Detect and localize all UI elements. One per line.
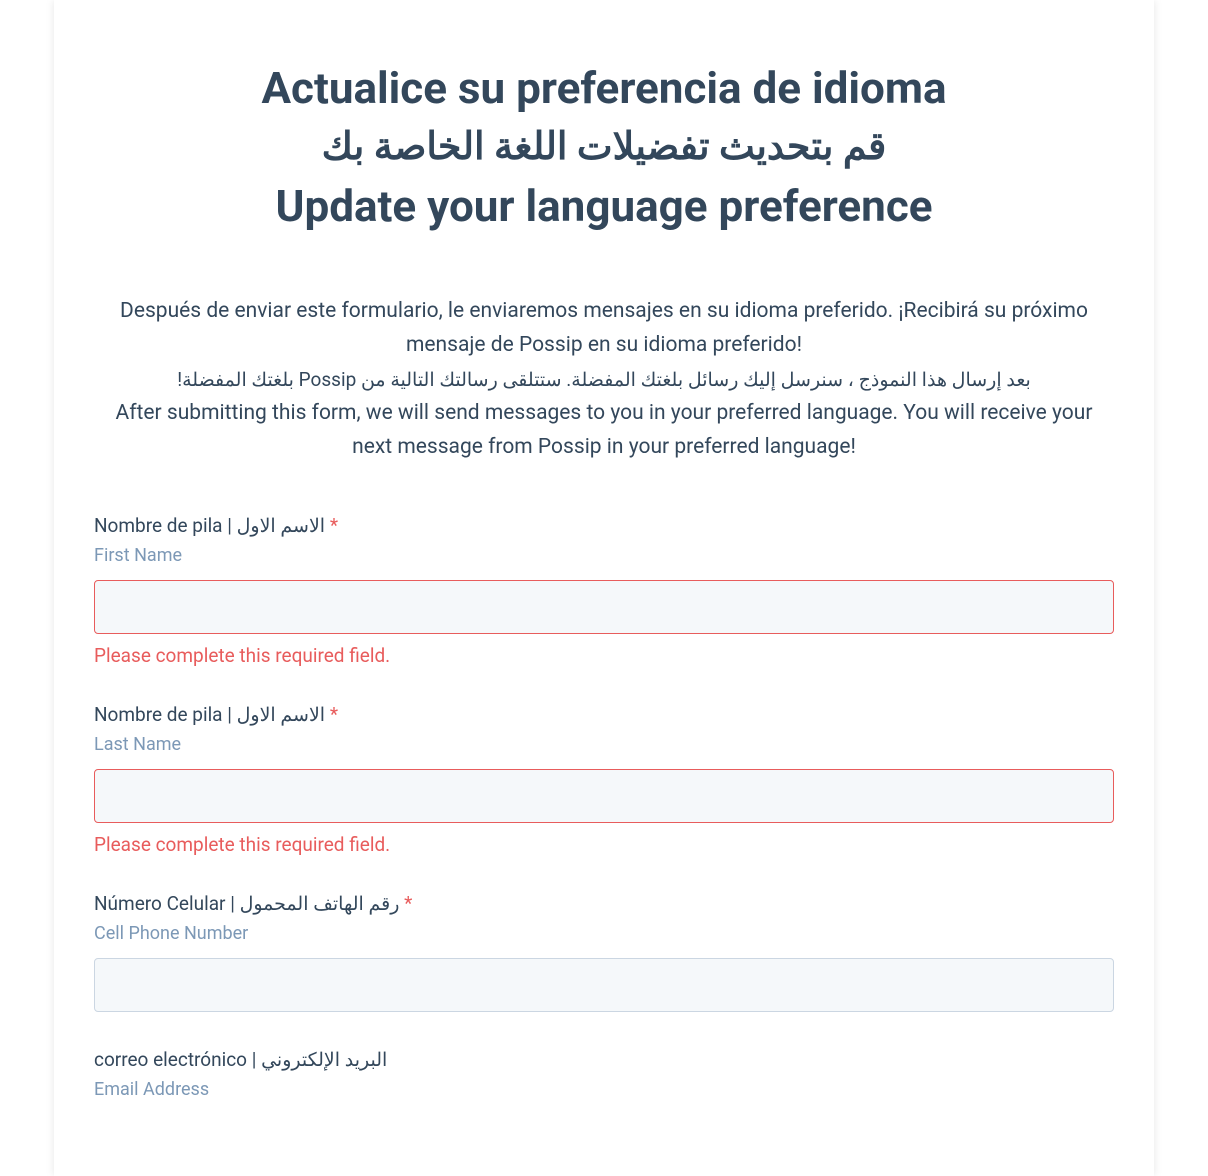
description-spanish: Después de enviar este formulario, le en… [94, 295, 1114, 362]
form-page: Actualice su preferencia de idioma قم بت… [54, 0, 1154, 1176]
header-section: Actualice su preferencia de idioma قم بت… [94, 60, 1114, 235]
cell-phone-label: Número Celular | رقم الهاتف المحمول * [94, 892, 1114, 915]
required-asterisk: * [330, 703, 338, 726]
description-section: Después de enviar este formulario, le en… [94, 295, 1114, 464]
required-asterisk: * [330, 514, 338, 537]
last-name-label-text: Nombre de pila | الاسم الاول [94, 703, 325, 726]
title-arabic: قم بتحديث تفضيلات اللغة الخاصة بك [94, 119, 1114, 176]
email-label: correo electrónico | البريد الإلكتروني [94, 1048, 1114, 1071]
email-sublabel: Email Address [94, 1079, 1114, 1100]
title-english: Update your language preference [94, 178, 1114, 235]
last-name-label: Nombre de pila | الاسم الاول * [94, 703, 1114, 726]
first-name-input[interactable] [94, 580, 1114, 634]
cell-phone-field-group: Número Celular | رقم الهاتف المحمول * Ce… [94, 892, 1114, 1012]
first-name-label-text: Nombre de pila | الاسم الاول [94, 514, 325, 537]
last-name-input[interactable] [94, 769, 1114, 823]
last-name-error: Please complete this required field. [94, 833, 1114, 856]
email-label-text: correo electrónico | البريد الإلكتروني [94, 1048, 387, 1071]
first-name-field-group: Nombre de pila | الاسم الاول * First Nam… [94, 514, 1114, 667]
cell-phone-sublabel: Cell Phone Number [94, 923, 1114, 944]
required-asterisk: * [404, 892, 412, 915]
last-name-sublabel: Last Name [94, 734, 1114, 755]
first-name-sublabel: First Name [94, 545, 1114, 566]
cell-phone-input[interactable] [94, 958, 1114, 1012]
cell-phone-label-text: Número Celular | رقم الهاتف المحمول [94, 892, 399, 915]
email-field-group: correo electrónico | البريد الإلكتروني E… [94, 1048, 1114, 1100]
description-english: After submitting this form, we will send… [94, 397, 1114, 464]
description-arabic: بعد إرسال هذا النموذج ، سنرسل إليك رسائل… [94, 365, 1114, 395]
first-name-label: Nombre de pila | الاسم الاول * [94, 514, 1114, 537]
title-spanish: Actualice su preferencia de idioma [94, 60, 1114, 117]
first-name-error: Please complete this required field. [94, 644, 1114, 667]
last-name-field-group: Nombre de pila | الاسم الاول * Last Name… [94, 703, 1114, 856]
